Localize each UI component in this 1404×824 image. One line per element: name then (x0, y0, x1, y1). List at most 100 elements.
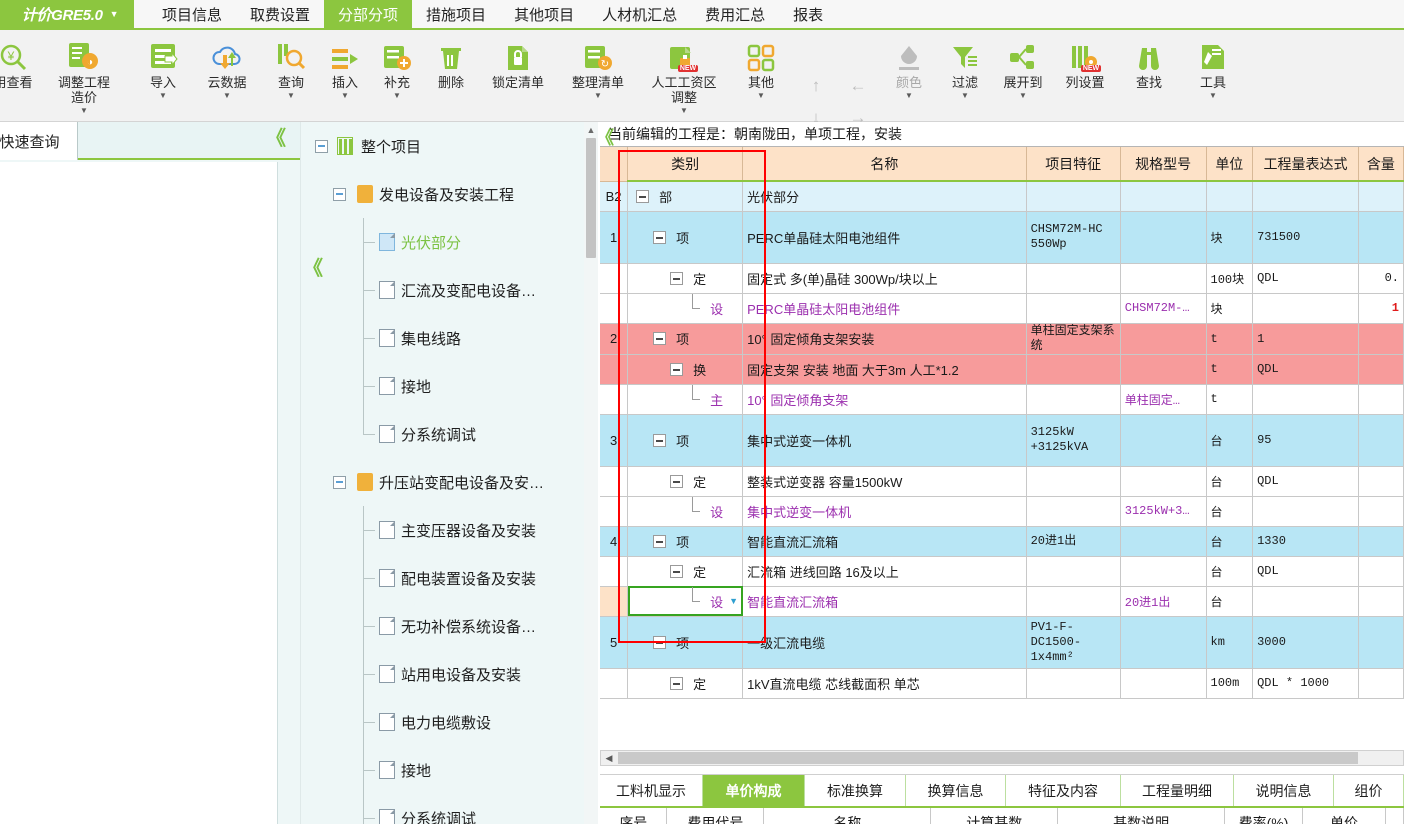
menu-tab-3[interactable]: 措施项目 (412, 0, 500, 28)
tree-expander-icon[interactable] (315, 139, 328, 153)
cell-qty_expr[interactable]: QDL (1252, 556, 1359, 587)
cell-content[interactable]: 1 (1358, 293, 1404, 324)
tree-scrollbar[interactable]: ▲ (584, 122, 598, 824)
detail-column-header-6[interactable]: 单价 (1302, 808, 1386, 824)
category-cell[interactable]: 定 (627, 668, 744, 699)
category-cell[interactable]: 定 (627, 466, 744, 497)
cell-name[interactable]: 集中式逆变一体机 (742, 496, 1027, 527)
cell-content[interactable] (1358, 616, 1404, 669)
table-row[interactable]: 1 项 PERC单晶硅太阳电池组件 CHSM72M-HC 550Wp 块 731500 (600, 211, 1404, 264)
detail-tab-3[interactable]: 换算信息 (906, 775, 1006, 806)
category-cell[interactable]: 项 (627, 323, 744, 355)
cell-feature[interactable] (1026, 586, 1121, 617)
cell-qty_expr[interactable] (1252, 384, 1359, 415)
tree-node-6[interactable]: 分系统调试 (301, 410, 585, 458)
cell-feature[interactable] (1026, 263, 1121, 294)
tree-node-0[interactable]: 整个项目 (301, 122, 585, 170)
tree-node-4[interactable]: 集电线路 (301, 314, 585, 362)
detail-column-header-5[interactable]: 费率(%) (1224, 808, 1303, 824)
cell-unit[interactable]: t (1206, 384, 1254, 415)
cell-name[interactable]: 10° 固定倾角支架 (742, 384, 1027, 415)
row-expander-icon[interactable] (670, 474, 684, 488)
tree-node-3[interactable]: 汇流及变配电设备… (301, 266, 585, 314)
table-row[interactable]: 定 固定式 多(单)晶硅 300Wp/块以上 100块 QDL 0. (600, 263, 1404, 294)
tab-quick-query[interactable]: 快速查询 (0, 122, 78, 160)
cell-qty_expr[interactable] (1252, 586, 1359, 617)
cell-model[interactable] (1120, 323, 1207, 355)
adjust-cost-button-dropdown-icon[interactable]: ▼ (80, 107, 88, 115)
cell-content[interactable] (1358, 211, 1404, 264)
tidy-list-button[interactable]: ↻ 整理清单 ▼ (558, 34, 638, 100)
cell-name[interactable]: 智能直流汇流箱 (742, 526, 1027, 557)
menu-tab-1[interactable]: 取费设置 (236, 0, 324, 28)
cell-qty_expr[interactable]: 3000 (1252, 616, 1359, 669)
cell-feature[interactable] (1026, 496, 1121, 527)
detail-column-header-0[interactable]: 序号 (600, 808, 668, 824)
cell-unit[interactable]: km (1206, 616, 1254, 669)
cell-unit[interactable]: 台 (1206, 556, 1254, 587)
cell-content[interactable] (1358, 414, 1404, 467)
cell-unit[interactable]: 台 (1206, 526, 1254, 557)
row-expander-icon[interactable] (653, 433, 667, 447)
cell-name[interactable]: 固定支架 安装 地面 大于3m 人工*1.2 (742, 354, 1027, 385)
app-brand[interactable]: 计价GRE5.0 ▼ (0, 0, 134, 28)
cell-name[interactable]: PERC单晶硅太阳电池组件 (742, 293, 1027, 324)
table-row[interactable]: 3 项 集中式逆变一体机 3125kW +3125kVA 台 95 (600, 414, 1404, 467)
tree-node-1[interactable]: 发电设备及安装工程 (301, 170, 585, 218)
tree-node-2[interactable]: 光伏部分 (301, 218, 585, 266)
table-row[interactable]: 定 汇流箱 进线回路 16及以上 台 QDL (600, 556, 1404, 587)
row-expander-icon[interactable] (636, 189, 650, 203)
row-expander-icon[interactable] (653, 534, 667, 548)
detail-tab-6[interactable]: 说明信息 (1234, 775, 1334, 806)
detail-tab-2[interactable]: 标准换算 (805, 775, 906, 806)
cell-unit[interactable]: 台 (1206, 496, 1254, 527)
tree-node-8[interactable]: 主变压器设备及安装 (301, 506, 585, 554)
tree-node-14[interactable]: 分系统调试 (301, 794, 585, 824)
cell-model[interactable]: 20进1出 (1120, 586, 1207, 617)
category-cell[interactable]: 部 (627, 181, 744, 212)
detail-tab-0[interactable]: 工料机显示 (600, 775, 703, 806)
filter-button-dropdown-icon[interactable]: ▼ (961, 92, 969, 100)
detail-column-header-2[interactable]: 名称 (763, 808, 932, 824)
import-button[interactable]: 导入 ▼ (134, 34, 192, 100)
category-cell[interactable]: 设 ▼ (627, 586, 744, 617)
cell-feature[interactable]: CHSM72M-HC 550Wp (1026, 211, 1121, 264)
column-header-cat[interactable]: 类别 (627, 147, 744, 182)
tools-button-dropdown-icon[interactable]: ▼ (1209, 92, 1217, 100)
nav-left-arrow[interactable]: ← (848, 76, 868, 96)
other-button-dropdown-icon[interactable]: ▼ (757, 92, 765, 100)
cloud-data-button-dropdown-icon[interactable]: ▼ (223, 92, 231, 100)
row-expander-icon[interactable] (670, 676, 684, 690)
cell-unit[interactable]: t (1206, 354, 1254, 385)
cell-model[interactable] (1120, 211, 1207, 264)
scroll-left-icon[interactable]: ◀ (602, 752, 616, 764)
unit-price-composition-grid[interactable]: 序号 费用代号 名称 计算基数 基数说明 费率(%) 单价 (600, 808, 1404, 824)
category-cell[interactable]: 主 (627, 384, 744, 415)
cell-model[interactable] (1120, 668, 1207, 699)
row-expander-icon[interactable] (653, 635, 667, 649)
insert-button[interactable]: 插入 ▼ (318, 34, 372, 100)
collapse-left-panel-icon[interactable]: 《 (266, 129, 286, 149)
column-header-no[interactable] (600, 147, 629, 182)
tidy-list-button-dropdown-icon[interactable]: ▼ (594, 92, 602, 100)
cell-content[interactable] (1358, 496, 1404, 527)
cell-feature[interactable] (1026, 293, 1121, 324)
table-row[interactable]: 4 项 智能直流汇流箱 20进1出 台 1330 (600, 526, 1404, 557)
cell-content[interactable] (1358, 354, 1404, 385)
category-cell[interactable]: 设 (627, 293, 744, 324)
cell-name[interactable]: 一级汇流电缆 (742, 616, 1027, 669)
category-cell[interactable]: 定 (627, 263, 744, 294)
cell-unit[interactable]: 100m (1206, 668, 1254, 699)
cell-name[interactable]: 智能直流汇流箱 (742, 586, 1027, 617)
cell-name[interactable]: 1kV直流电缆 芯线截面积 单芯 (742, 668, 1027, 699)
row-expander-icon[interactable] (670, 362, 684, 376)
filter-button[interactable]: 过滤 ▼ (936, 34, 994, 100)
cell-feature[interactable]: 单柱固定支架系统 (1026, 323, 1121, 355)
cell-unit[interactable] (1206, 181, 1254, 212)
cell-qty_expr[interactable]: QDL * 1000 (1252, 668, 1359, 699)
row-expander-icon[interactable] (670, 271, 684, 285)
column-header-unit[interactable]: 单位 (1206, 147, 1254, 182)
cell-qty_expr[interactable]: 95 (1252, 414, 1359, 467)
cell-content[interactable] (1358, 668, 1404, 699)
cell-qty_expr[interactable]: 731500 (1252, 211, 1359, 264)
